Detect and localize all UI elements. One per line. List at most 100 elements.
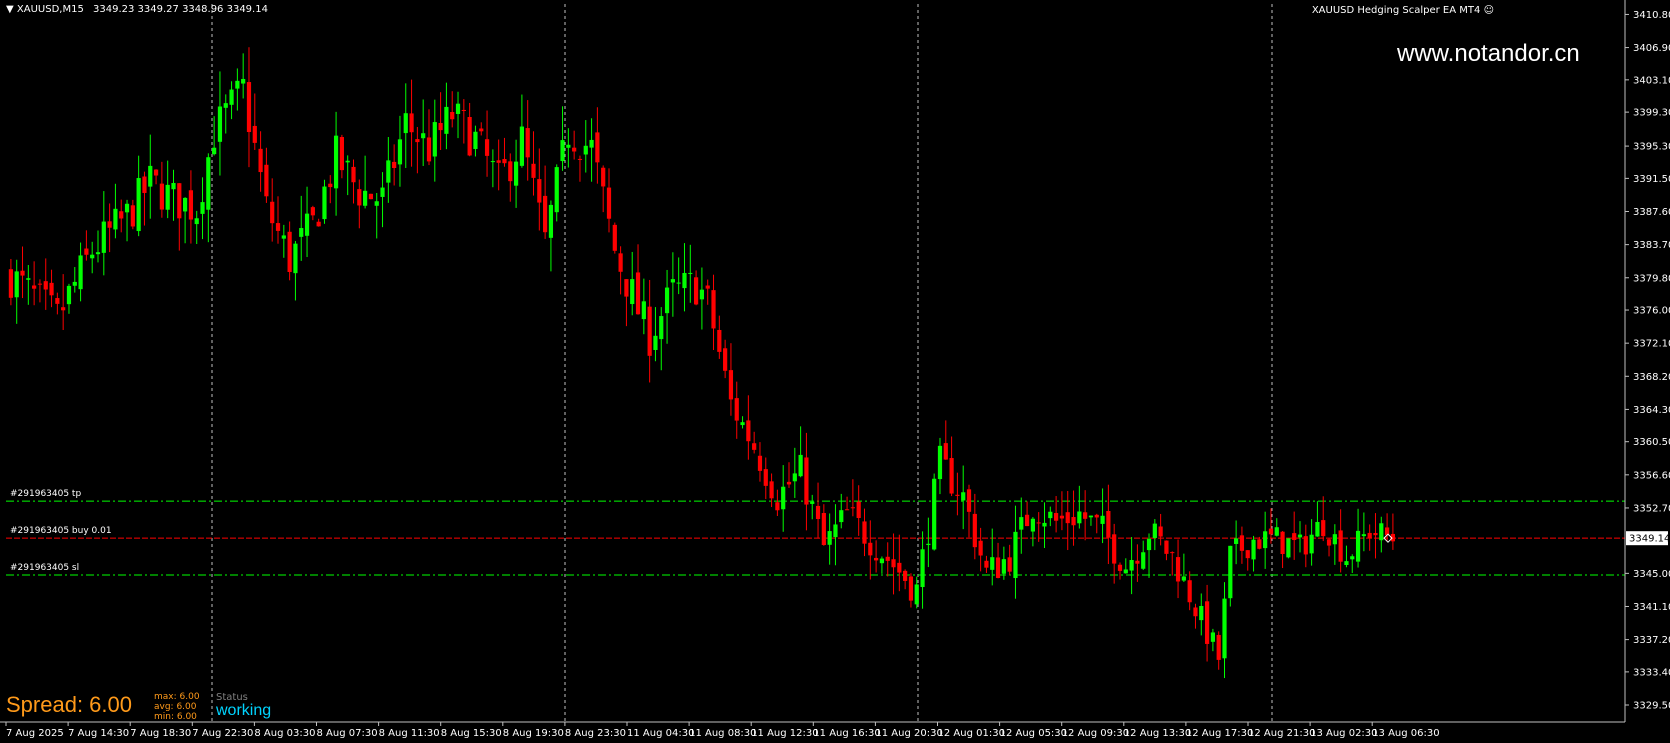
candle-body (676, 282, 681, 284)
time-tick-label: 8 Aug 19:30 (503, 728, 564, 739)
candle-body (641, 301, 646, 320)
candle-body (1170, 552, 1175, 554)
candle-body (61, 307, 66, 311)
time-tick-label: 7 Aug 14:30 (68, 728, 129, 739)
candle-body (966, 489, 972, 512)
candle-body (72, 281, 77, 286)
candle-body (357, 189, 362, 206)
candle (1286, 538, 1291, 559)
candle-body (1146, 538, 1152, 551)
current-price-label: 3349.14 (1629, 534, 1670, 545)
candle-body (1135, 560, 1140, 564)
candle-body (775, 502, 780, 511)
price-chart[interactable]: 3410.80 3406.90 3403.10 3399.30 3395.30 3391.… (0, 0, 1670, 743)
candle-body (119, 211, 124, 219)
candle-body (844, 509, 850, 511)
candle-body (1297, 534, 1303, 538)
expert-advisor-label[interactable]: XAUUSD Hedging Scalper EA MT4 ☺ (1312, 5, 1494, 16)
candle-body (1332, 534, 1337, 545)
candle-body (682, 272, 687, 289)
candle-body (293, 243, 298, 274)
candle-body (566, 144, 571, 148)
candle-body (1036, 522, 1041, 524)
price-tick-label: 3387.60 (1633, 207, 1670, 218)
candle-body (810, 501, 815, 504)
price-tick-label: 3368.20 (1633, 372, 1670, 383)
candle (612, 222, 617, 254)
price-tick-label: 3333.40 (1633, 667, 1670, 678)
candle-body (374, 201, 379, 206)
candle-body (972, 513, 977, 548)
price-tick-label: 3403.10 (1633, 75, 1670, 86)
candle-body (1222, 598, 1227, 659)
candle-body (874, 557, 879, 561)
time-tick-label: 11 Aug 08:30 (689, 728, 756, 739)
candle-body (20, 270, 25, 276)
candle-body (932, 478, 937, 550)
candle-body (26, 278, 31, 280)
spread-display: Spread: 6.00 (6, 692, 132, 717)
candle-body (560, 140, 565, 162)
candle-body (1071, 517, 1076, 526)
candle-body (183, 197, 188, 212)
candle-body (1158, 526, 1163, 537)
candle-body (90, 254, 95, 259)
smiley-icon: ☺ (1483, 5, 1494, 16)
candle-body (1326, 539, 1332, 546)
candle-body (885, 556, 890, 561)
status-value: working (216, 702, 272, 719)
candle-body (397, 139, 403, 165)
candle-body (223, 103, 228, 108)
candle-body (1100, 515, 1105, 524)
dropdown-triangle-icon[interactable]: ▼ (6, 4, 14, 15)
candle-body (577, 158, 583, 160)
candle-body (148, 165, 153, 187)
candle-body (281, 235, 286, 239)
candle-body (159, 183, 164, 210)
candle-body (299, 228, 304, 237)
candle-body (1204, 601, 1210, 644)
time-tick-label: 7 Aug 22:30 (192, 728, 253, 739)
candle-body (1303, 536, 1308, 555)
symbol-timeframe: XAUUSD,M15 (16, 4, 84, 15)
time-tick-label: 8 Aug 15:30 (441, 728, 502, 739)
candle-body (734, 398, 739, 421)
candle-body (1187, 580, 1192, 603)
candle-body (502, 159, 507, 164)
candle-body (670, 279, 675, 283)
spread-avg: avg: 6.00 (154, 702, 197, 712)
candle-body (1141, 552, 1146, 569)
candle-body (606, 187, 612, 219)
candle-body (821, 513, 826, 545)
candle-body (450, 112, 455, 120)
candle-body (1355, 530, 1361, 562)
candle-body (943, 443, 948, 460)
candle-body (351, 166, 356, 183)
candle-body (589, 139, 594, 148)
candle-body (473, 131, 478, 149)
time-tick-label: 12 Aug 09:30 (1062, 728, 1129, 739)
candle-body (548, 204, 554, 238)
spread-stats: max: 6.00 avg: 6.00 min: 6.00 (154, 692, 200, 722)
candle-body (1321, 520, 1326, 537)
candle-body (1257, 539, 1262, 549)
candle-body (1123, 569, 1128, 574)
chart-header: ▼ XAUUSD,M15 3349.23 3349.27 3348.96 334… (6, 4, 268, 15)
candle-body (850, 507, 855, 509)
candle-body (1379, 523, 1384, 541)
candle-body (409, 113, 414, 133)
price-tick-label: 3406.90 (1633, 43, 1670, 54)
candle-body (415, 139, 420, 143)
candle-body (304, 213, 310, 236)
candle-body (484, 139, 490, 156)
price-tick-label: 3329.50 (1633, 701, 1670, 712)
candle-body (345, 160, 350, 163)
candle-body (723, 348, 728, 371)
candle-body (1077, 511, 1082, 524)
candle-body (693, 277, 699, 305)
candle-body (1228, 545, 1233, 599)
candle-body (14, 271, 19, 298)
candle-body (32, 285, 37, 289)
candle-body (101, 221, 106, 253)
candle-body (792, 473, 797, 482)
